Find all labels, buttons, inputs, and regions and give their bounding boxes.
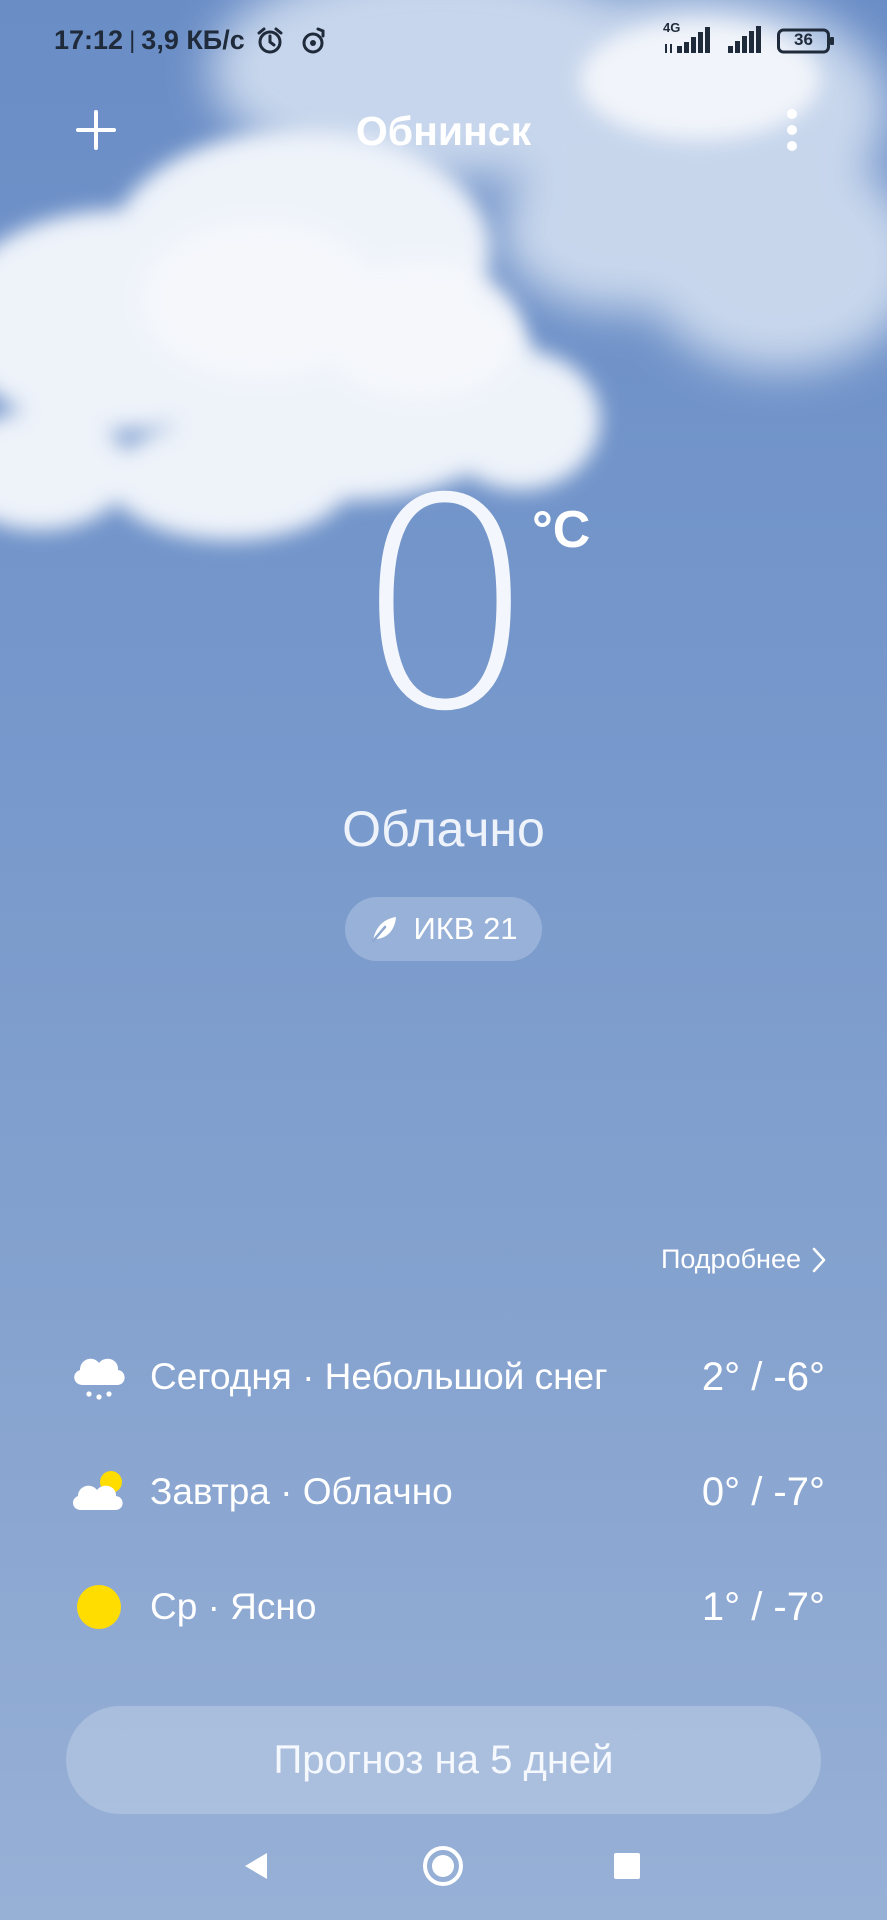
status-left: 17:12 | 3,9 КБ/с — [54, 25, 329, 56]
recents-button[interactable] — [597, 1836, 657, 1896]
alarm-icon — [255, 26, 285, 56]
battery-icon: 36 — [777, 27, 835, 55]
sun-icon — [68, 1576, 130, 1638]
temperature-unit: °C — [532, 501, 591, 559]
more-vertical-icon — [787, 109, 797, 151]
details-link[interactable]: Подробнее — [661, 1244, 827, 1275]
forecast-row-wednesday[interactable]: Ср · Ясно 1° / -7° — [68, 1572, 825, 1642]
home-circle-icon — [423, 1846, 463, 1886]
status-time: 17:12 — [54, 25, 124, 55]
forecast-row-tomorrow[interactable]: Завтра · Облачно 0° / -7° — [68, 1457, 825, 1527]
back-button[interactable] — [226, 1836, 286, 1896]
status-data-rate: 3,9 КБ/с — [141, 25, 245, 55]
status-bar: 17:12 | 3,9 КБ/с 4G 36 — [0, 0, 887, 84]
top-bar: Обнинск — [0, 96, 887, 168]
current-temperature: 0 °C — [0, 462, 887, 752]
snow-cloud-icon — [68, 1346, 130, 1408]
aqi-label: ИКВ 21 — [413, 911, 518, 946]
recents-square-icon — [614, 1853, 640, 1879]
navigation-bar — [0, 1830, 887, 1900]
partly-cloudy-icon — [68, 1461, 130, 1523]
temperature-value: 0 — [353, 438, 538, 775]
details-link-label: Подробнее — [660, 1244, 801, 1274]
city-title: Обнинск — [355, 108, 532, 154]
battery-level: 36 — [794, 30, 813, 49]
signal-icon — [727, 26, 763, 56]
five-day-forecast-button[interactable]: Прогноз на 5 дней — [66, 1706, 821, 1814]
signal-4g-icon: 4G — [663, 20, 713, 56]
forecast-temps: 0° / -7° — [701, 1469, 825, 1514]
forecast-temps: 1° / -7° — [701, 1584, 825, 1629]
current-condition: Облачно — [342, 801, 545, 857]
status-right: 4G 36 — [663, 20, 835, 56]
more-options-button[interactable] — [770, 106, 814, 158]
status-separator: | — [129, 26, 136, 54]
forecast-temps: 2° / -6° — [701, 1354, 825, 1399]
home-button[interactable] — [413, 1836, 473, 1896]
forecast-label: Сегодня · Небольшой снег — [150, 1356, 608, 1397]
music-icon — [299, 26, 329, 56]
chevron-right-icon — [812, 1247, 826, 1272]
forecast-label: Завтра · Облачно — [150, 1471, 453, 1512]
back-triangle-icon — [245, 1853, 267, 1879]
forecast-row-today[interactable]: Сегодня · Небольшой снег 2° / -6° — [68, 1342, 825, 1412]
forecast-label: Ср · Ясно — [150, 1586, 317, 1627]
five-day-forecast-label: Прогноз на 5 дней — [273, 1737, 614, 1782]
leaf-icon — [372, 917, 397, 943]
aqi-badge[interactable]: ИКВ 21 — [345, 897, 542, 961]
